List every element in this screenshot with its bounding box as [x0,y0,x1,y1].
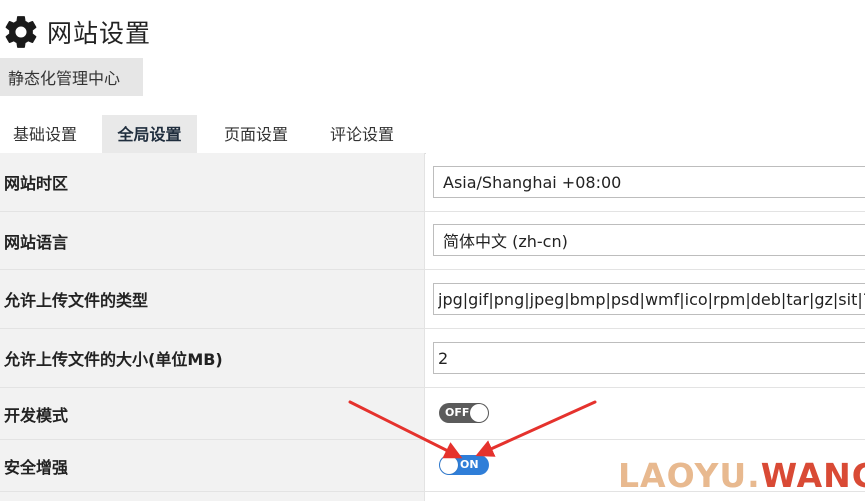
static-management-button[interactable]: 静态化管理中心 [0,58,143,96]
watermark-part1: LAOYU. [618,456,761,495]
file-size-field[interactable] [433,342,865,374]
toggle-knob [440,456,458,474]
timezone-label: 网站时区 [0,153,425,211]
security-label: 安全增强 [0,440,425,491]
toggle-state-label: ON [460,458,479,471]
toggle-state-label: OFF [445,406,470,419]
file-types-field[interactable] [433,283,865,315]
toggle-knob [470,404,488,422]
file-types-cell [426,270,865,328]
table-row: 网站语言 [0,212,865,270]
language-label: 网站语言 [0,212,425,269]
file-size-cell [426,329,865,387]
file-size-label: 允许上传文件的大小(单位MB) [0,329,425,387]
tab-global[interactable]: 全局设置 [102,115,197,153]
language-field[interactable] [433,224,865,256]
language-cell [426,212,865,269]
row-label-empty [0,492,425,501]
watermark: LAOYU.WANG [618,456,865,495]
gear-icon [5,16,37,48]
tab-page[interactable]: 页面设置 [210,115,302,153]
dev-mode-label: 开发模式 [0,388,425,439]
watermark-part2: WANG [760,456,865,495]
tab-comment[interactable]: 评论设置 [316,115,408,153]
dev-mode-cell: OFF [426,388,865,439]
tab-basic[interactable]: 基础设置 [0,115,90,153]
file-types-label: 允许上传文件的类型 [0,270,425,328]
table-row: 允许上传文件的大小(单位MB) [0,329,865,388]
page-header: 网站设置 [0,10,151,54]
table-row: 网站时区 [0,153,865,212]
table-row: 开发模式 OFF [0,388,865,440]
security-toggle[interactable]: ON [439,455,489,475]
timezone-cell [426,153,865,211]
settings-tabs: 基础设置 全局设置 页面设置 评论设置 [0,115,865,154]
page-title: 网站设置 [47,19,152,48]
timezone-field[interactable] [433,166,865,198]
dev-mode-toggle[interactable]: OFF [439,403,489,423]
table-row: 允许上传文件的类型 [0,270,865,329]
